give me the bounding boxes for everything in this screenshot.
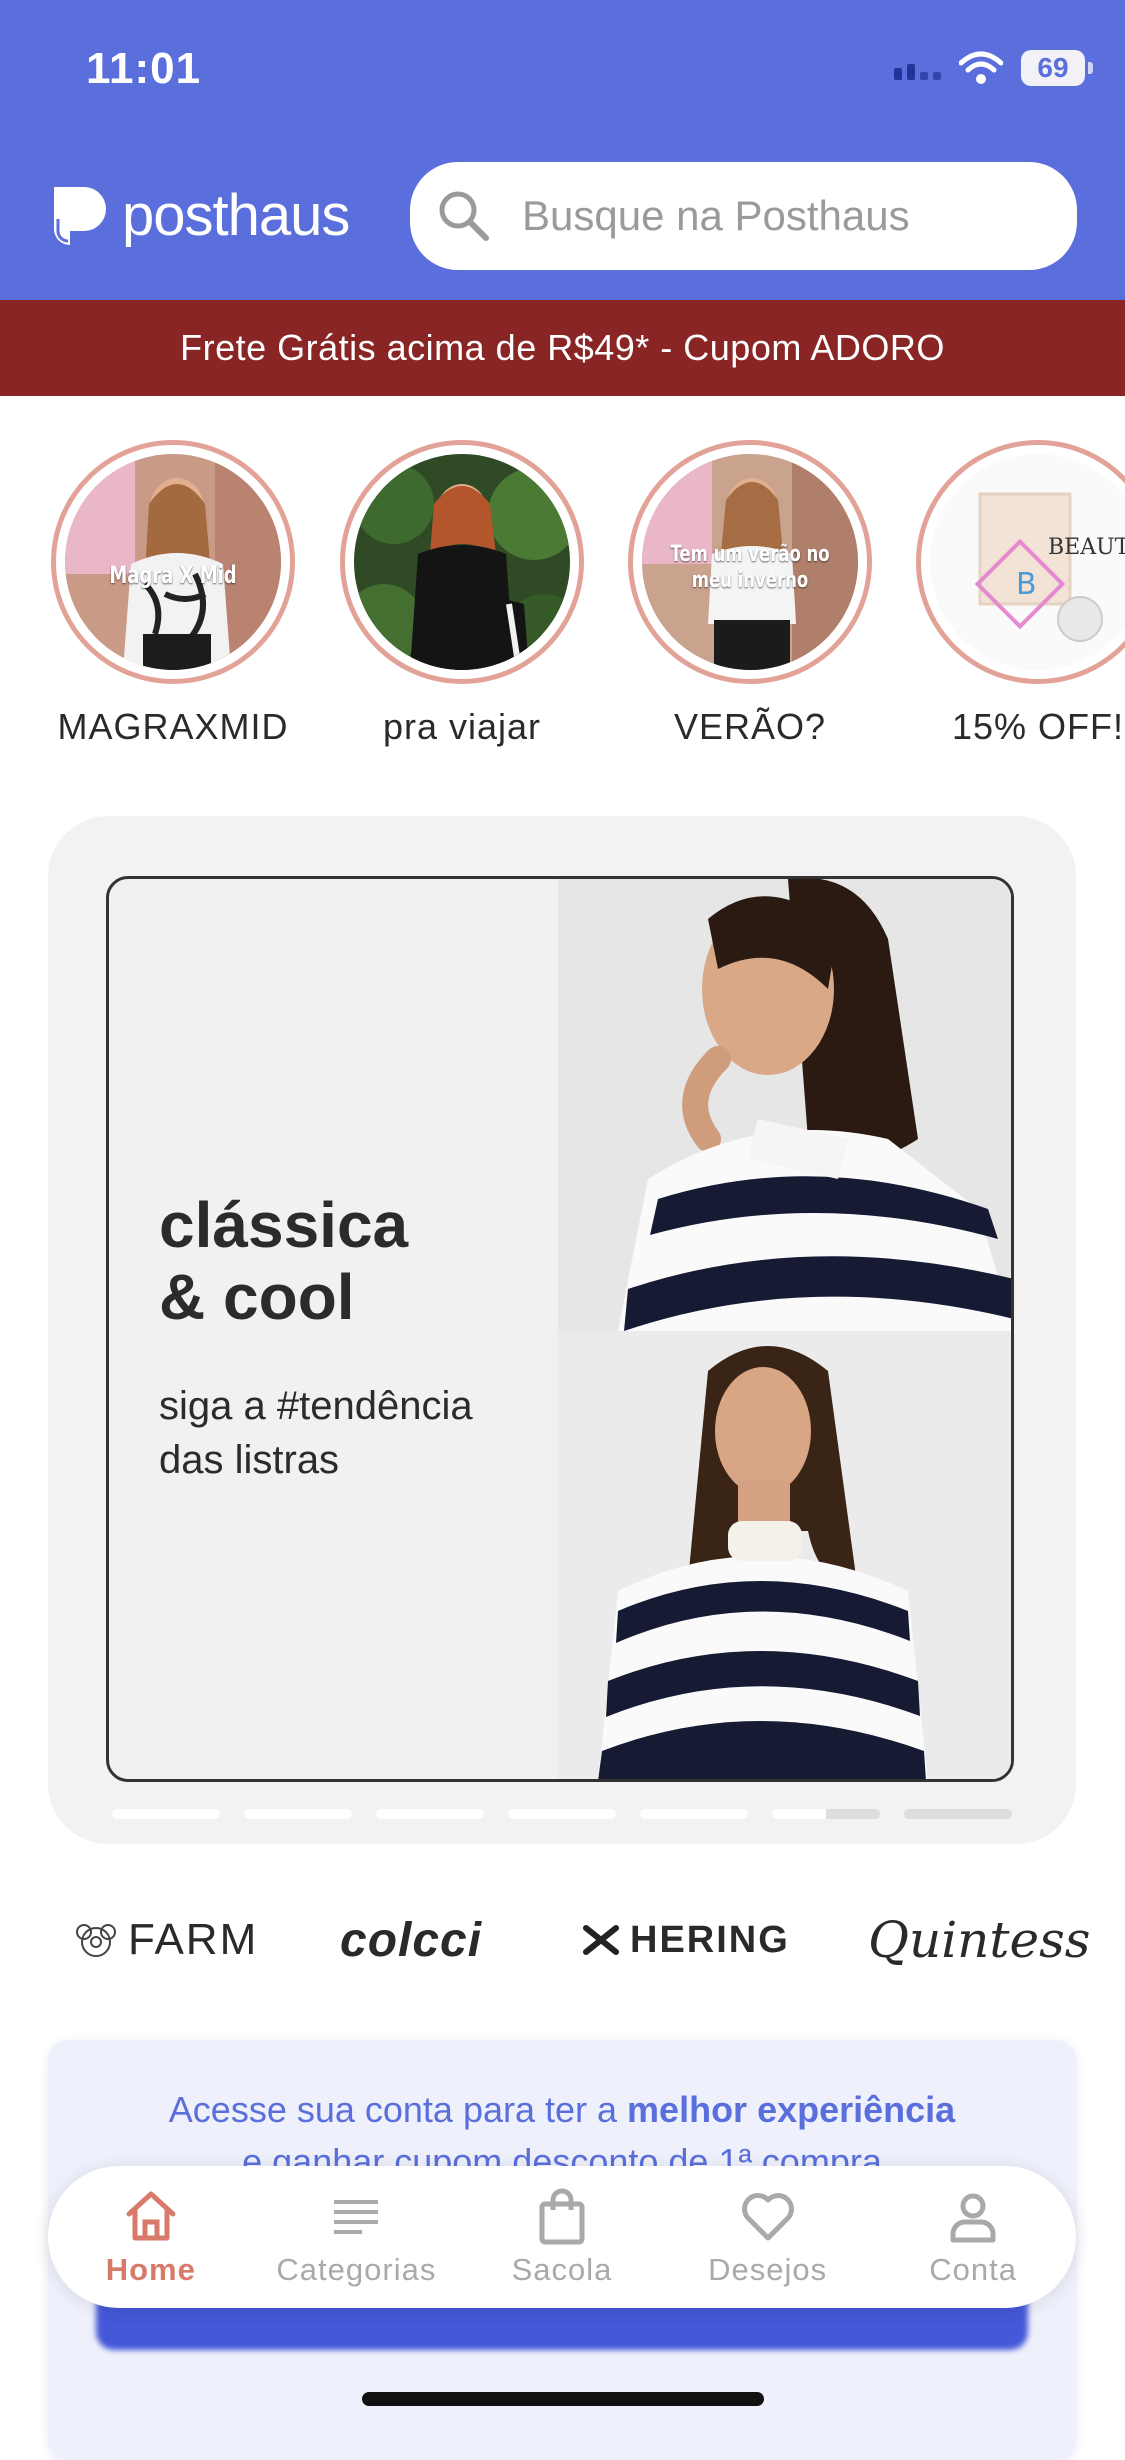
search-icon [439,191,489,241]
story-ring: B BEAUTIQUE [916,440,1125,684]
tab-label: Home [105,2252,196,2287]
carousel-indicators [112,1809,1012,1819]
tab-home[interactable]: Home [61,2186,241,2288]
story-verao[interactable]: Tem um verão no meu inverno VERÃO? [620,440,880,748]
story-thumbnail: Magra X Mid [65,454,281,670]
brand-name: HERING [630,1918,790,1961]
model-photo-bottom [558,1331,1011,1779]
brand-name: FARM [128,1915,259,1964]
tab-label: Sacola [511,2252,613,2287]
story-15-off[interactable]: B BEAUTIQUE 15% OFF! [908,440,1125,748]
tab-sacola[interactable]: Sacola [472,2186,652,2288]
status-time: 11:01 [86,44,202,93]
story-label: VERÃO? [673,706,827,747]
story-thumbnail: B BEAUTIQUE [930,454,1125,670]
brand-strip: FARM colcci HERING Quintess [0,1900,1125,1980]
banner-subtitle: siga a #tendência das listras [159,1379,473,1487]
banner-title-line2: & cool [159,1261,355,1333]
app-header: 11:01 69 posthaus [0,0,1125,300]
story-magraxmid[interactable]: Magra X Mid MAGRAXMID [43,440,303,748]
battery-icon: 69 [1021,50,1093,86]
bag-icon [539,2188,585,2245]
stories-row: Magra X Mid MAGRAXMID pra viajar Tem um … [0,440,1125,770]
tab-label: Desejos [708,2252,828,2287]
signal-icon [894,56,941,80]
svg-text:B: B [1016,567,1037,602]
brand-name: Quintess [868,1911,1091,1969]
tab-conta[interactable]: Conta [883,2186,1063,2288]
farm-logo-icon [76,1924,116,1957]
home-icon [126,2191,176,2241]
heart-icon [741,2193,794,2241]
tab-categorias[interactable]: Categorias [266,2186,446,2288]
status-indicators: 69 [894,46,1093,90]
banner-subtitle-line2: das listras [159,1438,340,1482]
story-label: MAGRAXMID [57,706,289,747]
brand-colcci[interactable]: colcci [340,1913,482,1968]
bottom-tab-bar: Home Categorias Sacola Desejos Conta [48,2166,1076,2308]
story-ring: Magra X Mid [51,440,295,684]
battery-level: 69 [1037,52,1069,83]
list-icon [334,2200,379,2234]
carousel-dot[interactable] [640,1809,748,1819]
carousel-dot[interactable] [112,1809,220,1819]
brand-name: colcci [340,1913,483,1967]
free-shipping-banner[interactable]: Frete Grátis acima de R$49* - Cupom ADOR… [0,300,1125,396]
login-prompt-prefix: Acesse sua conta para ter a [168,2089,628,2130]
hero-slide[interactable]: clássica & cool siga a #tendência das li… [106,876,1014,1782]
banner-subtitle-line1: siga a #tendência [159,1384,473,1428]
story-caption: BEAUTIQUE [1048,535,1125,560]
logo-mark-icon [54,186,106,245]
brand-farm[interactable]: FARM [74,1915,258,1965]
banner-title-line1: clássica [159,1189,409,1261]
story-caption: Tem um verão no meu inverno [670,542,830,593]
home-indicator[interactable] [362,2392,764,2406]
carousel-dot-active[interactable] [772,1809,880,1819]
story-pra-viajar[interactable]: pra viajar [332,440,592,748]
brand-quintess[interactable]: Quintess [868,1911,1090,1969]
banner-title: clássica & cool [159,1189,408,1333]
story-caption: Magra X Mid [109,561,237,589]
search-bar[interactable] [410,162,1077,270]
story-ring: Tem um verão no meu inverno [628,440,872,684]
brand-hering[interactable]: HERING [582,1919,790,1962]
tab-desejos[interactable]: Desejos [678,2186,858,2288]
hero-carousel[interactable]: clássica & cool siga a #tendência das li… [48,816,1076,1844]
carousel-dot[interactable] [376,1809,484,1819]
wifi-icon [959,51,1003,84]
logo-text: posthaus [122,183,350,248]
tab-label: Categorias [276,2252,437,2287]
story-label: pra viajar [382,706,542,747]
carousel-dot[interactable] [244,1809,352,1819]
tab-label: Conta [929,2252,1018,2287]
story-thumbnail: Tem um verão no meu inverno [642,454,858,670]
story-thumbnail [354,454,570,670]
story-label: 15% OFF! [951,706,1125,747]
search-input[interactable] [520,191,1044,241]
person-icon [950,2193,996,2243]
carousel-dot[interactable] [508,1809,616,1819]
carousel-dot[interactable] [904,1809,1012,1819]
posthaus-logo[interactable]: posthaus [48,182,350,249]
hering-logo-icon [583,1925,619,1955]
login-prompt-bold: melhor experiência [627,2089,956,2130]
story-ring [340,440,584,684]
model-photo-top [558,879,1011,1334]
